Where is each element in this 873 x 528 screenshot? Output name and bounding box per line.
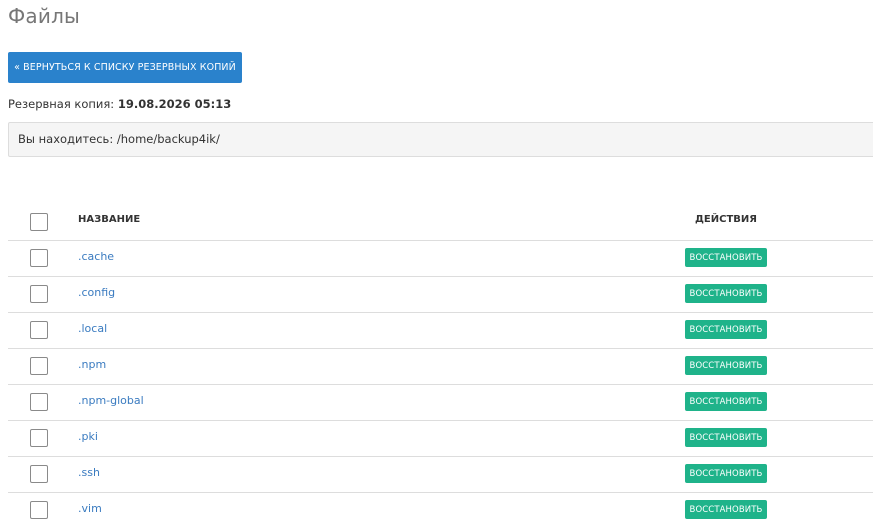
page-title: Файлы [8, 4, 81, 28]
backup-date: 19.08.2026 05:13 [117, 97, 232, 111]
select-all-checkbox[interactable] [30, 213, 48, 231]
backup-info: Резервная копия: 19.08.2026 05:13 [8, 97, 231, 111]
table-row: .pki ВОССТАНОВИТЬ [8, 421, 873, 457]
row-checkbox[interactable] [30, 321, 48, 339]
restore-button[interactable]: ВОССТАНОВИТЬ [685, 356, 767, 375]
file-table: НАЗВАНИЕ ДЕЙСТВИЯ .cache ВОССТАНОВИТЬ .c… [8, 200, 873, 528]
table-row: .npm-global ВОССТАНОВИТЬ [8, 385, 873, 421]
restore-button[interactable]: ВОССТАНОВИТЬ [685, 500, 767, 519]
restore-button[interactable]: ВОССТАНОВИТЬ [685, 320, 767, 339]
file-name-link[interactable]: .config [78, 286, 115, 299]
row-checkbox[interactable] [30, 285, 48, 303]
location-path: /home/backup4ik/ [116, 132, 220, 146]
restore-button[interactable]: ВОССТАНОВИТЬ [685, 392, 767, 411]
row-checkbox[interactable] [30, 501, 48, 519]
file-name-link[interactable]: .vim [78, 502, 102, 515]
column-header-actions: ДЕЙСТВИЯ [695, 214, 757, 225]
restore-button[interactable]: ВОССТАНОВИТЬ [685, 428, 767, 447]
row-checkbox[interactable] [30, 393, 48, 411]
file-name-link[interactable]: .cache [78, 250, 114, 263]
location-label: Вы находитесь: [18, 132, 114, 146]
table-row: .cache ВОССТАНОВИТЬ [8, 241, 873, 277]
row-checkbox[interactable] [30, 429, 48, 447]
backup-label: Резервная копия: [8, 97, 115, 111]
row-checkbox[interactable] [30, 249, 48, 267]
row-checkbox[interactable] [30, 465, 48, 483]
table-header: НАЗВАНИЕ ДЕЙСТВИЯ [8, 200, 873, 241]
file-name-link[interactable]: .local [78, 322, 107, 335]
file-name-link[interactable]: .npm-global [78, 394, 144, 407]
table-row: .local ВОССТАНОВИТЬ [8, 313, 873, 349]
table-row: .ssh ВОССТАНОВИТЬ [8, 457, 873, 493]
restore-button[interactable]: ВОССТАНОВИТЬ [685, 284, 767, 303]
column-header-name: НАЗВАНИЕ [78, 214, 141, 225]
file-name-link[interactable]: .ssh [78, 466, 100, 479]
back-to-backups-button[interactable]: « ВЕРНУТЬСЯ К СПИСКУ РЕЗЕРВНЫХ КОПИЙ [8, 52, 242, 83]
current-location: Вы находитесь: /home/backup4ik/ [8, 122, 873, 157]
restore-button[interactable]: ВОССТАНОВИТЬ [685, 464, 767, 483]
table-row: .config ВОССТАНОВИТЬ [8, 277, 873, 313]
restore-button[interactable]: ВОССТАНОВИТЬ [685, 248, 767, 267]
file-name-link[interactable]: .pki [78, 430, 98, 443]
file-name-link[interactable]: .npm [78, 358, 106, 371]
table-row: .vim ВОССТАНОВИТЬ [8, 493, 873, 528]
table-row: .npm ВОССТАНОВИТЬ [8, 349, 873, 385]
row-checkbox[interactable] [30, 357, 48, 375]
